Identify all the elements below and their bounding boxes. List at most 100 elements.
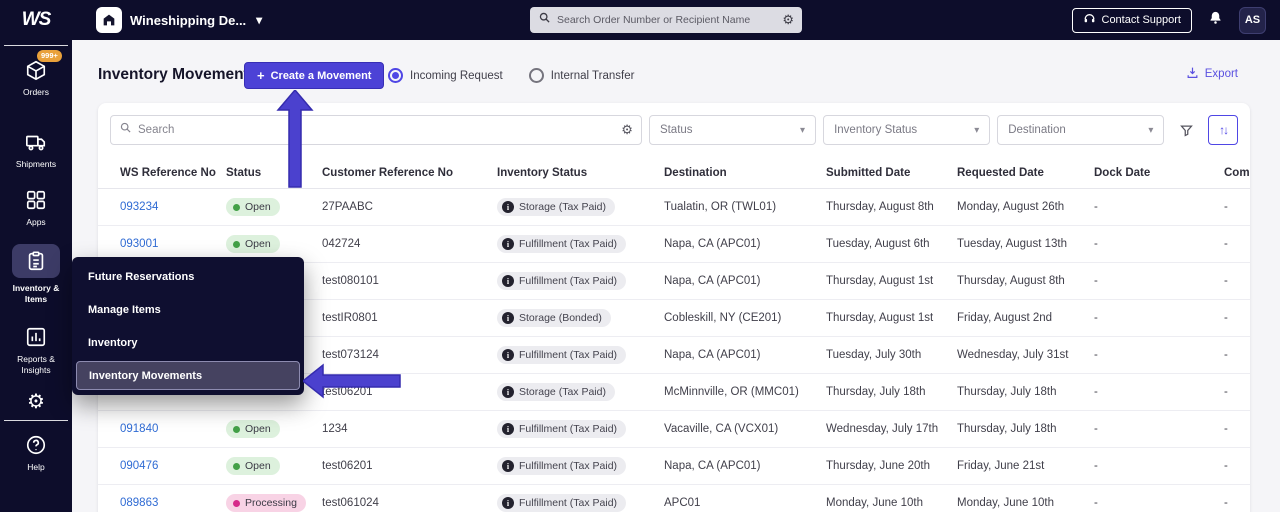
gear-icon: ⚙ <box>27 391 45 414</box>
status-filter-dropdown[interactable]: Status ▾ <box>648 115 817 145</box>
global-search-input[interactable] <box>557 14 777 26</box>
flyout-item-future-reservations[interactable]: Future Reservations <box>72 260 304 293</box>
info-icon: i <box>502 275 514 287</box>
status-filter-label: Status <box>659 124 693 136</box>
status-badge: Processing <box>226 494 306 512</box>
destination-filter-label: Destination <box>1008 124 1066 136</box>
requested-date-cell: Thursday, July 18th <box>957 386 1057 398</box>
chevron-down-icon: ▾ <box>974 124 980 136</box>
flyout-item-inventory[interactable]: Inventory <box>72 326 304 359</box>
table-search-input[interactable] <box>138 124 616 136</box>
search-icon <box>538 11 551 29</box>
sidebar-item-label: Inventory & Items <box>12 283 60 305</box>
status-cell: Open <box>226 420 322 438</box>
export-button[interactable]: Export <box>1186 66 1238 82</box>
column-header[interactable]: Submitted Date <box>826 167 957 179</box>
customer-reference-cell: test073124 <box>322 349 379 361</box>
customer-reference-cell: 042724 <box>322 238 361 250</box>
column-header[interactable]: Comp <box>1224 167 1250 179</box>
completed-date-cell: - <box>1224 238 1228 250</box>
customer-reference-cell: test080101 <box>322 275 379 287</box>
status-dot <box>233 240 240 248</box>
ws-reference-link[interactable]: 093001 <box>120 238 158 250</box>
info-icon: i <box>502 201 514 213</box>
inventory-status-pill: i Fulfillment (Tax Paid) <box>497 346 627 364</box>
column-header[interactable]: Inventory Status <box>497 167 664 179</box>
dock-date-cell: - <box>1094 312 1098 324</box>
company-name: Wineshipping De... <box>130 12 247 28</box>
column-header[interactable]: Requested Date <box>957 167 1094 179</box>
inventory-status-filter-label: Inventory Status <box>834 124 918 136</box>
radio-internal-transfer[interactable]: Internal Transfer <box>528 68 635 83</box>
column-header[interactable]: Status <box>226 167 322 179</box>
search-settings-icon[interactable]: ⚙ <box>782 12 794 28</box>
requested-date-cell: Monday, August 26th <box>957 201 1065 213</box>
customer-reference-cell: test061024 <box>322 497 379 509</box>
destination-filter-dropdown[interactable]: Destination ▾ <box>997 115 1165 145</box>
submitted-date-cell: Thursday, August 1st <box>826 312 934 324</box>
sidebar-item-inventory-items[interactable]: Inventory & Items <box>0 244 72 305</box>
chevron-down-icon: ▾ <box>256 13 263 27</box>
bar-chart-icon <box>24 325 48 349</box>
ws-reference-link[interactable]: 090476 <box>120 460 158 472</box>
column-header[interactable]: Dock Date <box>1094 167 1224 179</box>
destination-cell: Napa, CA (APC01) <box>664 238 761 250</box>
status-dot <box>233 203 240 211</box>
customer-reference-cell: testIR0801 <box>322 312 378 324</box>
column-header[interactable]: WS Reference No <box>120 167 226 179</box>
contact-support-button[interactable]: Contact Support <box>1071 7 1192 33</box>
destination-cell: Vacaville, CA (VCX01) <box>664 423 779 435</box>
status-cell: Open <box>226 235 322 253</box>
radio-incoming-request[interactable]: Incoming Request <box>388 68 503 83</box>
inventory-status-cell: i Fulfillment (Tax Paid) <box>497 346 664 364</box>
company-selector[interactable]: Wineshipping De... ▾ <box>96 7 262 33</box>
orders-icon: 999+ <box>24 50 62 82</box>
sidebar: 999+ Orders Shipments Apps Inventory & I… <box>0 40 72 512</box>
inventory-status-label: Fulfillment (Tax Paid) <box>519 238 618 250</box>
sidebar-item-settings[interactable]: ⚙ <box>0 392 72 412</box>
inventory-status-pill: i Fulfillment (Tax Paid) <box>497 457 627 475</box>
inventory-status-cell: i Fulfillment (Tax Paid) <box>497 272 664 290</box>
sidebar-divider <box>4 45 68 46</box>
sidebar-item-help[interactable]: Help <box>0 433 72 473</box>
sidebar-item-label: Orders <box>23 87 49 97</box>
app-logo[interactable]: WS <box>0 9 72 31</box>
export-icon <box>1186 66 1199 82</box>
sort-button[interactable]: ↑↓ <box>1208 115 1239 145</box>
inventory-status-pill: i Fulfillment (Tax Paid) <box>497 420 627 438</box>
ws-reference-cell: 093234 <box>120 201 226 213</box>
inventory-status-pill: i Fulfillment (Tax Paid) <box>497 235 627 253</box>
inventory-status-label: Fulfillment (Tax Paid) <box>519 275 618 287</box>
radio-label: Internal Transfer <box>550 69 635 82</box>
user-avatar[interactable]: AS <box>1239 6 1266 34</box>
info-icon: i <box>502 460 514 472</box>
destination-cell: Tualatin, OR (TWL01) <box>664 201 777 213</box>
export-label: Export <box>1204 68 1238 80</box>
notifications-bell-icon[interactable] <box>1208 10 1223 30</box>
inventory-flyout-menu: Future Reservations Manage Items Inventory… <box>72 257 304 395</box>
column-header[interactable]: Customer Reference No <box>322 167 497 179</box>
ws-reference-link[interactable]: 091840 <box>120 423 158 435</box>
sidebar-item-reports-insights[interactable]: Reports & Insights <box>0 325 72 376</box>
filter-button[interactable] <box>1171 115 1201 145</box>
flyout-item-inventory-movements[interactable]: Inventory Movements <box>76 361 300 390</box>
sidebar-item-apps[interactable]: Apps <box>0 188 72 228</box>
dock-date-cell: - <box>1094 423 1098 435</box>
create-movement-label: Create a Movement <box>270 69 372 82</box>
requested-date-cell: Wednesday, July 31st <box>957 349 1069 361</box>
sidebar-item-orders[interactable]: 999+ Orders <box>0 50 72 98</box>
search-settings-icon[interactable]: ⚙ <box>621 122 633 138</box>
ws-reference-link[interactable]: 093234 <box>120 201 158 213</box>
create-movement-button[interactable]: + Create a Movement <box>244 62 385 89</box>
status-label: Open <box>245 238 271 250</box>
ws-reference-link[interactable]: 089863 <box>120 497 158 509</box>
destination-cell: APC01 <box>664 497 701 509</box>
flyout-item-manage-items[interactable]: Manage Items <box>72 293 304 326</box>
destination-cell: McMinnville, OR (MMC01) <box>664 386 799 398</box>
requested-date-cell: Thursday, August 8th <box>957 275 1065 287</box>
requested-date-cell: Thursday, July 18th <box>957 423 1057 435</box>
column-header[interactable]: Destination <box>664 167 826 179</box>
sidebar-item-shipments[interactable]: Shipments <box>0 130 72 170</box>
table-header-row: WS Reference No Status Customer Reference … <box>98 157 1250 189</box>
inventory-status-filter-dropdown[interactable]: Inventory Status ▾ <box>823 115 991 145</box>
